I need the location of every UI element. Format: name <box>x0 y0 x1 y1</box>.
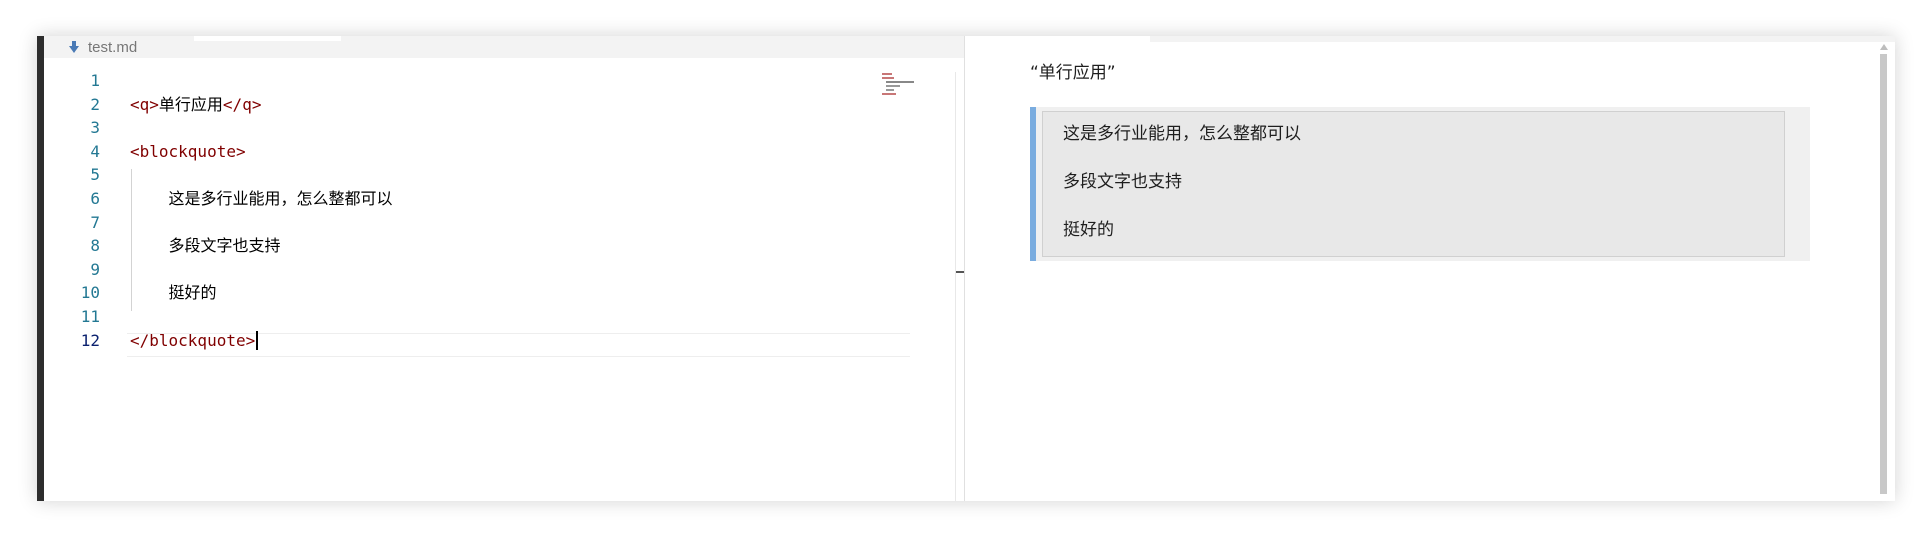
code-line[interactable]: 5 <box>44 163 964 187</box>
code-line[interactable]: 3 <box>44 116 964 140</box>
code-line[interactable]: 2 <q>单行应用</q> <box>44 93 964 117</box>
code-line[interactable]: 10 挺好的 <box>44 281 964 305</box>
tab-gap <box>194 36 341 41</box>
code-line[interactable]: 4 <blockquote> <box>44 140 964 164</box>
line-text: 挺好的 <box>130 283 217 303</box>
line-number: 3 <box>90 118 100 138</box>
line-content: 多段文字也支持 <box>130 234 281 258</box>
text-cursor <box>256 330 259 350</box>
html-tag: <blockquote> <box>130 141 246 161</box>
line-number: 5 <box>90 165 100 185</box>
line-number: 6 <box>90 188 100 208</box>
line-text: 多段文字也支持 <box>130 236 281 256</box>
blockquote-body: 这是多行业能用，怎么整都可以 多段文字也支持 挺好的 <box>1042 111 1785 257</box>
preview-tabbar <box>965 36 1895 42</box>
line-number: 1 <box>90 71 100 90</box>
line-content: <blockquote> <box>130 140 246 164</box>
code-line[interactable]: 12 </blockquote> <box>44 329 964 353</box>
editor-overview-ruler[interactable] <box>955 72 956 501</box>
line-content: <q>单行应用</q> <box>130 93 261 117</box>
line-text: 单行应用 <box>158 94 223 114</box>
activity-bar <box>37 36 44 501</box>
blockquote-paragraph: 这是多行业能用，怎么整都可以 <box>1063 124 1301 144</box>
line-number: 8 <box>90 236 100 256</box>
line-number: 4 <box>90 141 100 161</box>
tab-label: test.md <box>88 38 138 56</box>
minimap[interactable] <box>882 73 922 103</box>
tab-test-md[interactable]: test.md <box>44 36 194 58</box>
line-content: 挺好的 <box>130 281 217 305</box>
code-editor-pane[interactable]: test.md 1 2 <q>单行应用</q> 3 4 <blockquote> 5 6 这是… <box>44 36 972 501</box>
scroll-up-arrow-icon[interactable] <box>1880 44 1888 50</box>
editor-tabbar: test.md <box>44 36 964 58</box>
preview-scrollbar[interactable] <box>1880 54 1887 494</box>
markdown-arrow-icon <box>68 41 80 53</box>
blockquote: 这是多行业能用，怎么整都可以 多段文字也支持 挺好的 <box>1030 107 1810 261</box>
code-line[interactable]: 6 这是多行业能用，怎么整都可以 <box>44 187 964 211</box>
html-tag: </q> <box>222 94 262 114</box>
blockquote-paragraph: 挺好的 <box>1063 220 1114 240</box>
line-number: 12 <box>80 330 100 350</box>
html-tag: <q> <box>130 94 159 114</box>
code-lines[interactable]: 1 2 <q>单行应用</q> 3 4 <blockquote> 5 6 这是多行业能用，怎么… <box>44 69 964 352</box>
line-content: 这是多行业能用，怎么整都可以 <box>130 187 393 211</box>
editor-window: test.md 1 2 <q>单行应用</q> 3 4 <blockquote> 5 6 这是… <box>37 36 1895 501</box>
line-content: </blockquote> <box>130 329 259 353</box>
blockquote-paragraph: 多段文字也支持 <box>1063 172 1182 192</box>
line-text: 这是多行业能用，怎么整都可以 <box>130 188 393 208</box>
line-number: 2 <box>90 94 100 114</box>
code-line[interactable]: 7 <box>44 211 964 235</box>
markdown-preview-pane: “单行应用” 这是多行业能用，怎么整都可以 多段文字也支持 挺好的 <box>965 36 1895 501</box>
code-line[interactable]: 9 <box>44 258 964 282</box>
inline-quote: “单行应用” <box>1030 63 1116 83</box>
line-number: 10 <box>80 283 100 303</box>
code-line[interactable]: 1 <box>44 69 964 93</box>
html-tag: </blockquote> <box>130 330 256 350</box>
line-number: 9 <box>90 259 100 279</box>
preview-tab[interactable] <box>965 36 1150 42</box>
code-line[interactable]: 8 多段文字也支持 <box>44 234 964 258</box>
line-number: 7 <box>90 212 100 232</box>
line-number: 11 <box>80 306 100 326</box>
preview-content: “单行应用” 这是多行业能用，怎么整都可以 多段文字也支持 挺好的 <box>1030 61 1810 261</box>
code-line[interactable]: 11 <box>44 305 964 329</box>
